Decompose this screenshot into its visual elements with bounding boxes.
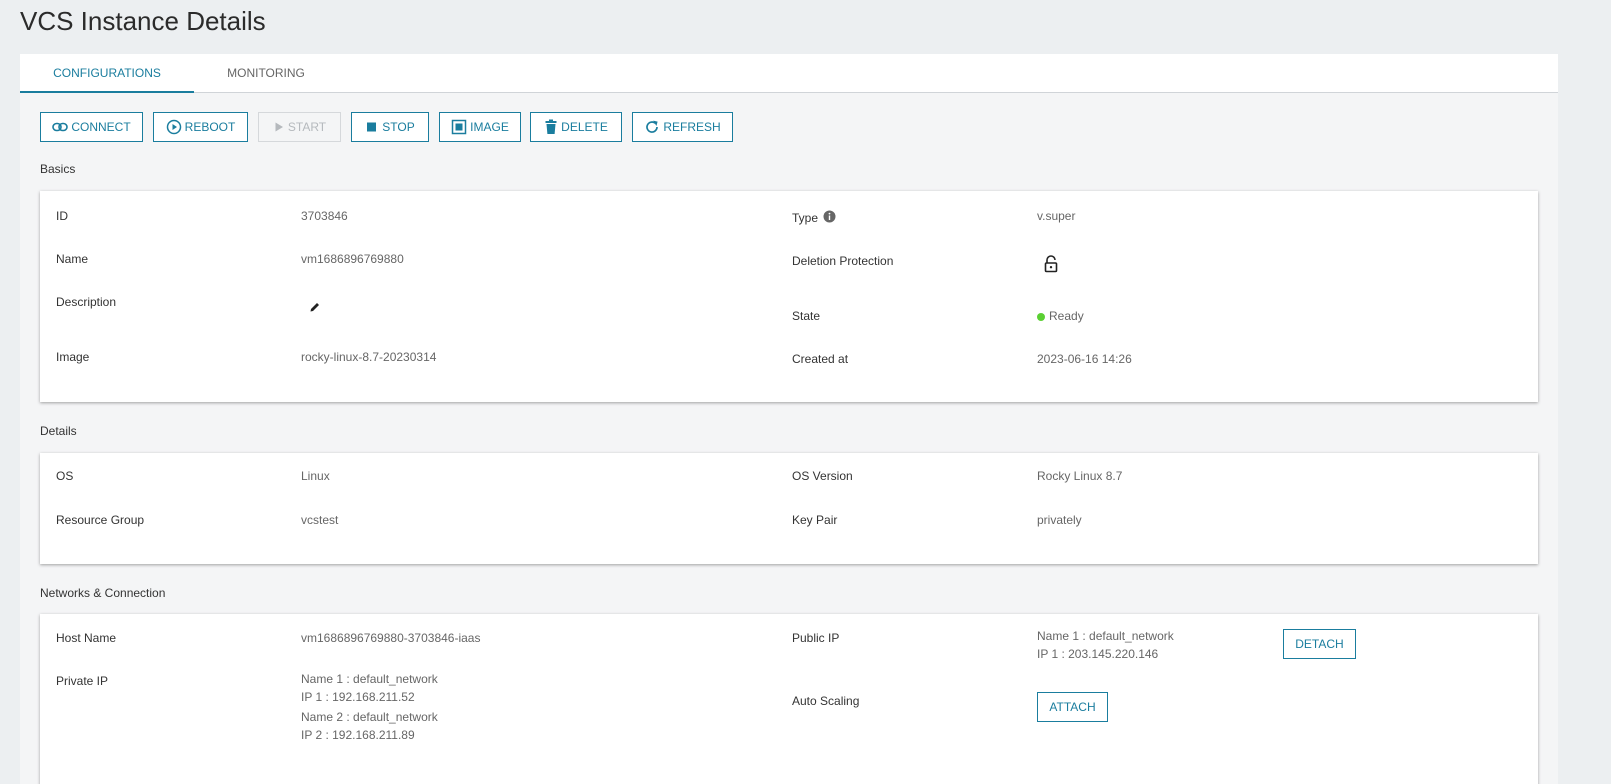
refresh-label: REFRESH xyxy=(663,120,721,134)
attach-button[interactable]: ATTACH xyxy=(1037,692,1108,722)
play-icon xyxy=(275,122,283,132)
start-label: START xyxy=(287,120,327,134)
os-label: OS xyxy=(56,469,74,483)
state-value: Ready xyxy=(1037,309,1084,323)
instance-panel: CONFIGURATIONS MONITORING CONNECT REBOOT… xyxy=(20,54,1558,784)
basics-card: ID 3703846 Name vm1686896769880 Descript… xyxy=(40,191,1538,402)
delete-button[interactable]: DELETE xyxy=(530,112,622,142)
id-value: 3703846 xyxy=(301,209,348,223)
stop-button[interactable]: STOP xyxy=(351,112,429,142)
host-name-value: vm1686896769880-3703846-iaas xyxy=(301,631,481,645)
basics-heading: Basics xyxy=(40,162,76,176)
created-at-label: Created at xyxy=(792,352,849,366)
type-value: v.super xyxy=(1037,209,1076,223)
stop-icon xyxy=(367,122,377,132)
auto-scaling-label: Auto Scaling xyxy=(792,694,860,708)
private-ip-2: Name 2 : default_network IP 2 : 192.168.… xyxy=(301,710,438,742)
details-heading: Details xyxy=(40,424,77,438)
public-ip-label: Public IP xyxy=(792,631,840,645)
reboot-label: REBOOT xyxy=(184,120,236,134)
connect-button[interactable]: CONNECT xyxy=(40,112,143,142)
image-label: IMAGE xyxy=(470,120,509,134)
image-value: rocky-linux-8.7-20230314 xyxy=(301,350,437,364)
refresh-button[interactable]: REFRESH xyxy=(632,112,733,142)
play-circle-icon xyxy=(166,119,181,135)
key-pair-label: Key Pair xyxy=(792,513,838,527)
reboot-button[interactable]: REBOOT xyxy=(153,112,248,142)
type-label-text: Type xyxy=(792,211,819,225)
tab-bar: CONFIGURATIONS MONITORING xyxy=(20,54,1558,93)
info-icon[interactable] xyxy=(823,210,836,223)
name-label: Name xyxy=(56,252,89,266)
detach-button[interactable]: DETACH xyxy=(1283,629,1356,659)
created-at-value: 2023-06-16 14:26 xyxy=(1037,352,1132,366)
key-pair-value: privately xyxy=(1037,513,1082,527)
ready-status-dot xyxy=(1037,312,1045,321)
connect-label: CONNECT xyxy=(71,120,131,134)
id-label: ID xyxy=(56,209,68,223)
name-value: vm1686896769880 xyxy=(301,252,404,266)
unlock-icon[interactable] xyxy=(1043,255,1059,273)
delete-label: DELETE xyxy=(561,120,608,134)
private-ip-1: Name 1 : default_network IP 1 : 192.168.… xyxy=(301,672,438,704)
page-title: VCS Instance Details xyxy=(20,6,266,36)
public-ip-value: Name 1 : default_network IP 1 : 203.145.… xyxy=(1037,629,1174,661)
edit-pencil-icon[interactable] xyxy=(309,301,321,313)
state-label: State xyxy=(792,309,821,323)
trash-icon xyxy=(545,119,557,134)
image-frame-icon xyxy=(451,119,467,135)
tab-monitoring[interactable]: MONITORING xyxy=(194,54,338,93)
start-button[interactable]: START xyxy=(258,112,341,142)
network-heading: Networks & Connection xyxy=(40,586,166,600)
os-version-label: OS Version xyxy=(792,469,853,483)
tab-configurations[interactable]: CONFIGURATIONS xyxy=(20,54,194,93)
os-value: Linux xyxy=(301,469,330,483)
stop-label: STOP xyxy=(382,120,415,134)
network-card: Host Name vm1686896769880-3703846-iaas P… xyxy=(40,614,1538,784)
image-field-label: Image xyxy=(56,350,90,364)
host-name-label: Host Name xyxy=(56,631,117,645)
os-version-value: Rocky Linux 8.7 xyxy=(1037,469,1123,483)
image-button[interactable]: IMAGE xyxy=(439,112,521,142)
resource-group-label: Resource Group xyxy=(56,513,145,527)
details-card: OS Linux Resource Group vcstest OS Versi… xyxy=(40,453,1538,564)
refresh-icon xyxy=(646,120,659,133)
type-label: Type xyxy=(792,210,836,225)
link-icon xyxy=(52,122,69,132)
state-text: Ready xyxy=(1049,309,1084,323)
description-label: Description xyxy=(56,295,117,309)
deletion-protection-label: Deletion Protection xyxy=(792,254,894,268)
resource-group-value: vcstest xyxy=(301,513,339,527)
private-ip-label: Private IP xyxy=(56,674,109,688)
